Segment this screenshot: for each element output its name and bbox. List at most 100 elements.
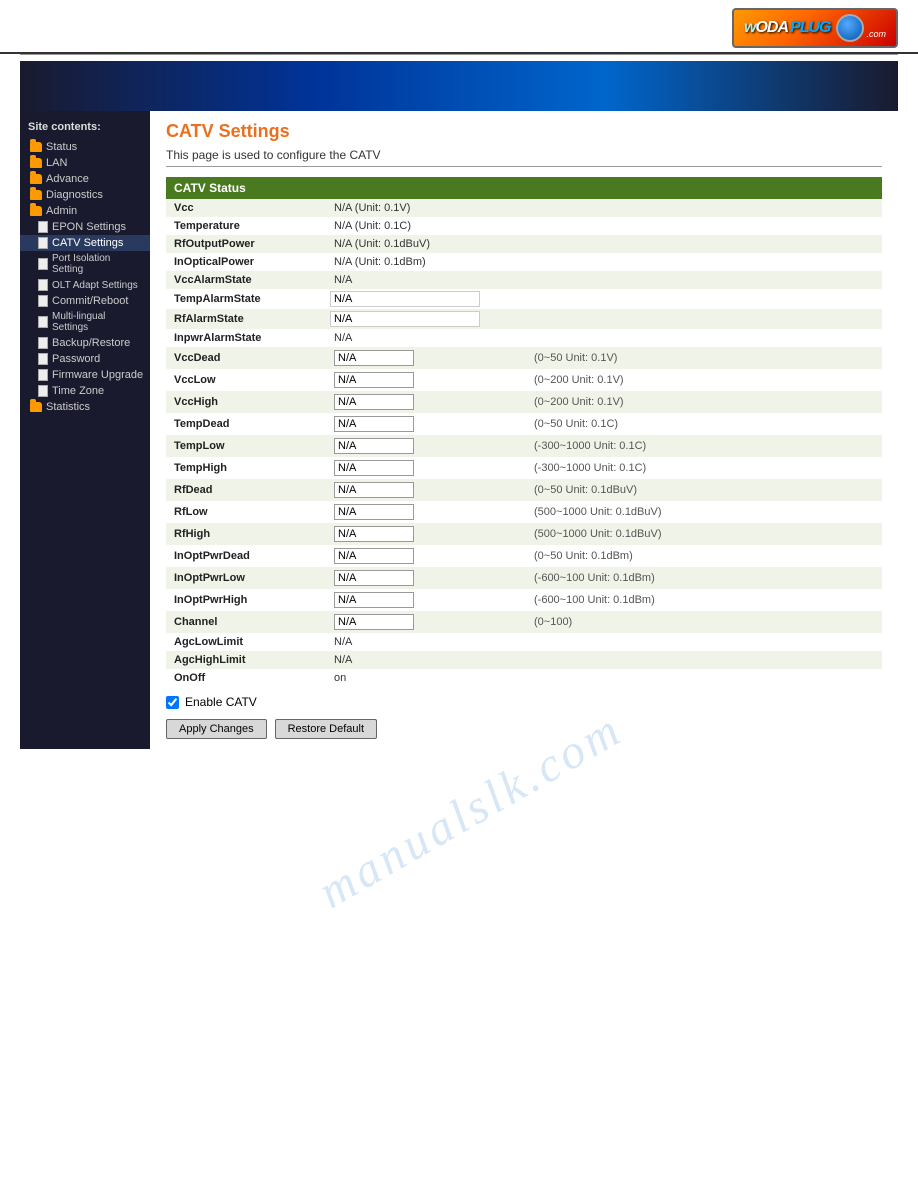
- doc-icon: [38, 369, 48, 381]
- row-value: N/A (Unit: 0.1dBm): [326, 253, 526, 271]
- channel-input[interactable]: [334, 614, 414, 630]
- row-hint: (0~50 Unit: 0.1V): [526, 347, 882, 369]
- sidebar-item-epon[interactable]: EPON Settings: [20, 219, 150, 235]
- temphigh-input[interactable]: [334, 460, 414, 476]
- folder-icon: [30, 402, 42, 412]
- row-hint: (0~100): [526, 611, 882, 633]
- row-hint: [526, 271, 882, 289]
- sidebar-label: Advance: [46, 173, 89, 185]
- row-hint: (-600~100 Unit: 0.1dBm): [526, 567, 882, 589]
- temp-alarm-input[interactable]: [330, 291, 480, 307]
- folder-icon: [30, 174, 42, 184]
- doc-icon: [38, 353, 48, 365]
- templow-input[interactable]: [334, 438, 414, 454]
- row-value: N/A (Unit: 0.1V): [326, 199, 526, 217]
- folder-icon: [30, 190, 42, 200]
- row-value: [326, 589, 526, 611]
- page-title: CATV Settings: [166, 121, 882, 142]
- table-row: RfLow (500~1000 Unit: 0.1dBuV): [166, 501, 882, 523]
- sidebar-label: LAN: [46, 157, 67, 169]
- row-label: InpwrAlarmState: [166, 329, 326, 347]
- row-hint: (0~200 Unit: 0.1V): [526, 369, 882, 391]
- table-row: VccHigh (0~200 Unit: 0.1V): [166, 391, 882, 413]
- row-hint: (-300~1000 Unit: 0.1C): [526, 457, 882, 479]
- row-value: [326, 545, 526, 567]
- logo-com: .com: [866, 29, 886, 39]
- enable-catv-checkbox[interactable]: [166, 696, 179, 709]
- main-layout: Site contents: Status LAN Advance Diagno…: [20, 111, 898, 749]
- catv-status-header: CATV Status: [166, 177, 882, 199]
- table-row: RfAlarmState: [166, 309, 882, 329]
- restore-default-button[interactable]: Restore Default: [275, 719, 377, 739]
- row-value: N/A: [326, 271, 526, 289]
- row-hint: (-600~100 Unit: 0.1dBm): [526, 589, 882, 611]
- sidebar-item-commit-reboot[interactable]: Commit/Reboot: [20, 293, 150, 309]
- row-hint: [526, 633, 882, 651]
- inoptpwrlow-input[interactable]: [334, 570, 414, 586]
- row-value: [326, 413, 526, 435]
- sidebar-item-admin[interactable]: Admin: [20, 203, 150, 219]
- doc-icon: [38, 337, 48, 349]
- row-hint: [526, 651, 882, 669]
- table-row: VccAlarmState N/A: [166, 271, 882, 289]
- table-row: Temperature N/A (Unit: 0.1C): [166, 217, 882, 235]
- sidebar-item-multilingual[interactable]: Multi-lingual Settings: [20, 309, 150, 335]
- table-row: InOptPwrDead (0~50 Unit: 0.1dBm): [166, 545, 882, 567]
- row-label: VccDead: [166, 347, 326, 369]
- table-row: AgcLowLimit N/A: [166, 633, 882, 651]
- tempdead-input[interactable]: [334, 416, 414, 432]
- rflow-input[interactable]: [334, 504, 414, 520]
- enable-catv-row: Enable CATV: [166, 695, 882, 709]
- sidebar-item-password[interactable]: Password: [20, 351, 150, 367]
- header-divider: [20, 54, 898, 55]
- table-row: InOpticalPower N/A (Unit: 0.1dBm): [166, 253, 882, 271]
- folder-icon: [30, 142, 42, 152]
- sidebar-item-statistics[interactable]: Statistics: [20, 399, 150, 415]
- vccdead-input[interactable]: [334, 350, 414, 366]
- row-value: [326, 347, 526, 369]
- sidebar-item-port-isolation[interactable]: Port Isolation Setting: [20, 251, 150, 277]
- sidebar-item-advance[interactable]: Advance: [20, 171, 150, 187]
- sidebar-label: Admin: [46, 205, 77, 217]
- inoptpwrhigh-input[interactable]: [334, 592, 414, 608]
- button-row: Apply Changes Restore Default: [166, 719, 882, 739]
- row-label: AgcLowLimit: [166, 633, 326, 651]
- row-value: N/A: [326, 651, 526, 669]
- row-label: RfLow: [166, 501, 326, 523]
- inoptpwrdead-input[interactable]: [334, 548, 414, 564]
- apply-changes-button[interactable]: Apply Changes: [166, 719, 267, 739]
- sidebar-item-backup[interactable]: Backup/Restore: [20, 335, 150, 351]
- sidebar-item-catv[interactable]: CATV Settings: [20, 235, 150, 251]
- row-value: [326, 289, 882, 309]
- table-row: RfHigh (500~1000 Unit: 0.1dBuV): [166, 523, 882, 545]
- sidebar-item-olt-adapt[interactable]: OLT Adapt Settings: [20, 277, 150, 293]
- table-row: InOptPwrHigh (-600~100 Unit: 0.1dBm): [166, 589, 882, 611]
- rf-alarm-input[interactable]: [330, 311, 480, 327]
- row-label: InOpticalPower: [166, 253, 326, 271]
- row-hint: (0~200 Unit: 0.1V): [526, 391, 882, 413]
- logo-woda: wODA: [744, 19, 788, 37]
- sidebar-label: Multi-lingual Settings: [52, 311, 144, 333]
- sidebar-item-timezone[interactable]: Time Zone: [20, 383, 150, 399]
- rfhigh-input[interactable]: [334, 526, 414, 542]
- vcchigh-input[interactable]: [334, 394, 414, 410]
- row-value: [326, 523, 526, 545]
- row-label: Channel: [166, 611, 326, 633]
- row-value: [326, 501, 526, 523]
- sidebar-item-lan[interactable]: LAN: [20, 155, 150, 171]
- doc-icon: [38, 316, 48, 328]
- vcclow-input[interactable]: [334, 372, 414, 388]
- content-divider: [166, 166, 882, 167]
- sidebar-item-status[interactable]: Status: [20, 139, 150, 155]
- sidebar-label: EPON Settings: [52, 221, 126, 233]
- sidebar-item-firmware[interactable]: Firmware Upgrade: [20, 367, 150, 383]
- row-label: RfAlarmState: [166, 309, 326, 329]
- sidebar-label: Time Zone: [52, 385, 104, 397]
- row-label: Temperature: [166, 217, 326, 235]
- rfdead-input[interactable]: [334, 482, 414, 498]
- content-area: CATV Settings This page is used to confi…: [150, 111, 898, 749]
- row-value: [326, 611, 526, 633]
- banner: [20, 61, 898, 111]
- row-value: [326, 457, 526, 479]
- sidebar-item-diagnostics[interactable]: Diagnostics: [20, 187, 150, 203]
